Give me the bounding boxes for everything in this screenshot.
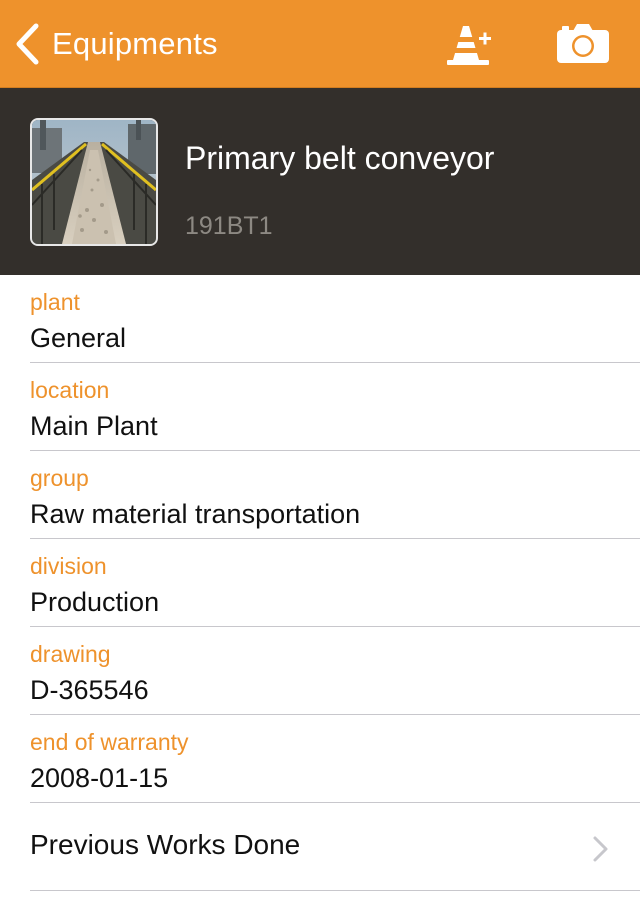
equipment-name: Primary belt conveyor: [185, 140, 495, 176]
field-label: end of warranty: [30, 729, 189, 755]
navigation-bar: Equipments: [0, 0, 640, 88]
field-location: location Main Plant: [0, 363, 640, 451]
field-label: group: [30, 465, 89, 491]
chevron-left-icon: [16, 23, 39, 65]
previous-works-row[interactable]: Previous Works Done: [0, 803, 640, 891]
equipment-code: 191BT1: [185, 212, 273, 240]
traffic-cone-plus-icon[interactable]: [444, 18, 494, 68]
field-plant: plant General: [0, 275, 640, 363]
field-end-of-warranty: end of warranty 2008-01-15: [0, 715, 640, 803]
field-value: Main Plant: [30, 411, 158, 441]
field-group: group Raw material transportation: [0, 451, 640, 539]
back-button[interactable]: Equipments: [14, 20, 218, 68]
equipment-header: Primary belt conveyor 191BT1: [0, 88, 640, 275]
field-label: plant: [30, 289, 80, 315]
field-value: 2008-01-15: [30, 763, 169, 793]
equipment-photo[interactable]: [30, 118, 158, 246]
conveyor-belt-photo: [32, 120, 156, 244]
field-value: General: [30, 323, 127, 353]
equipment-details-list: plant General location Main Plant group …: [0, 275, 640, 803]
field-label: division: [30, 553, 107, 579]
previous-works-label: Previous Works Done: [30, 829, 301, 860]
field-division: division Production: [0, 539, 640, 627]
field-value: D-365546: [30, 675, 149, 705]
field-label: drawing: [30, 641, 111, 667]
field-label: location: [30, 377, 110, 403]
camera-icon[interactable]: [556, 22, 610, 64]
field-value: Raw material transportation: [30, 499, 361, 529]
field-value: Production: [30, 587, 160, 617]
chevron-right-icon: [593, 836, 608, 862]
back-button-label: Equipments: [52, 26, 218, 61]
field-drawing: drawing D-365546: [0, 627, 640, 715]
